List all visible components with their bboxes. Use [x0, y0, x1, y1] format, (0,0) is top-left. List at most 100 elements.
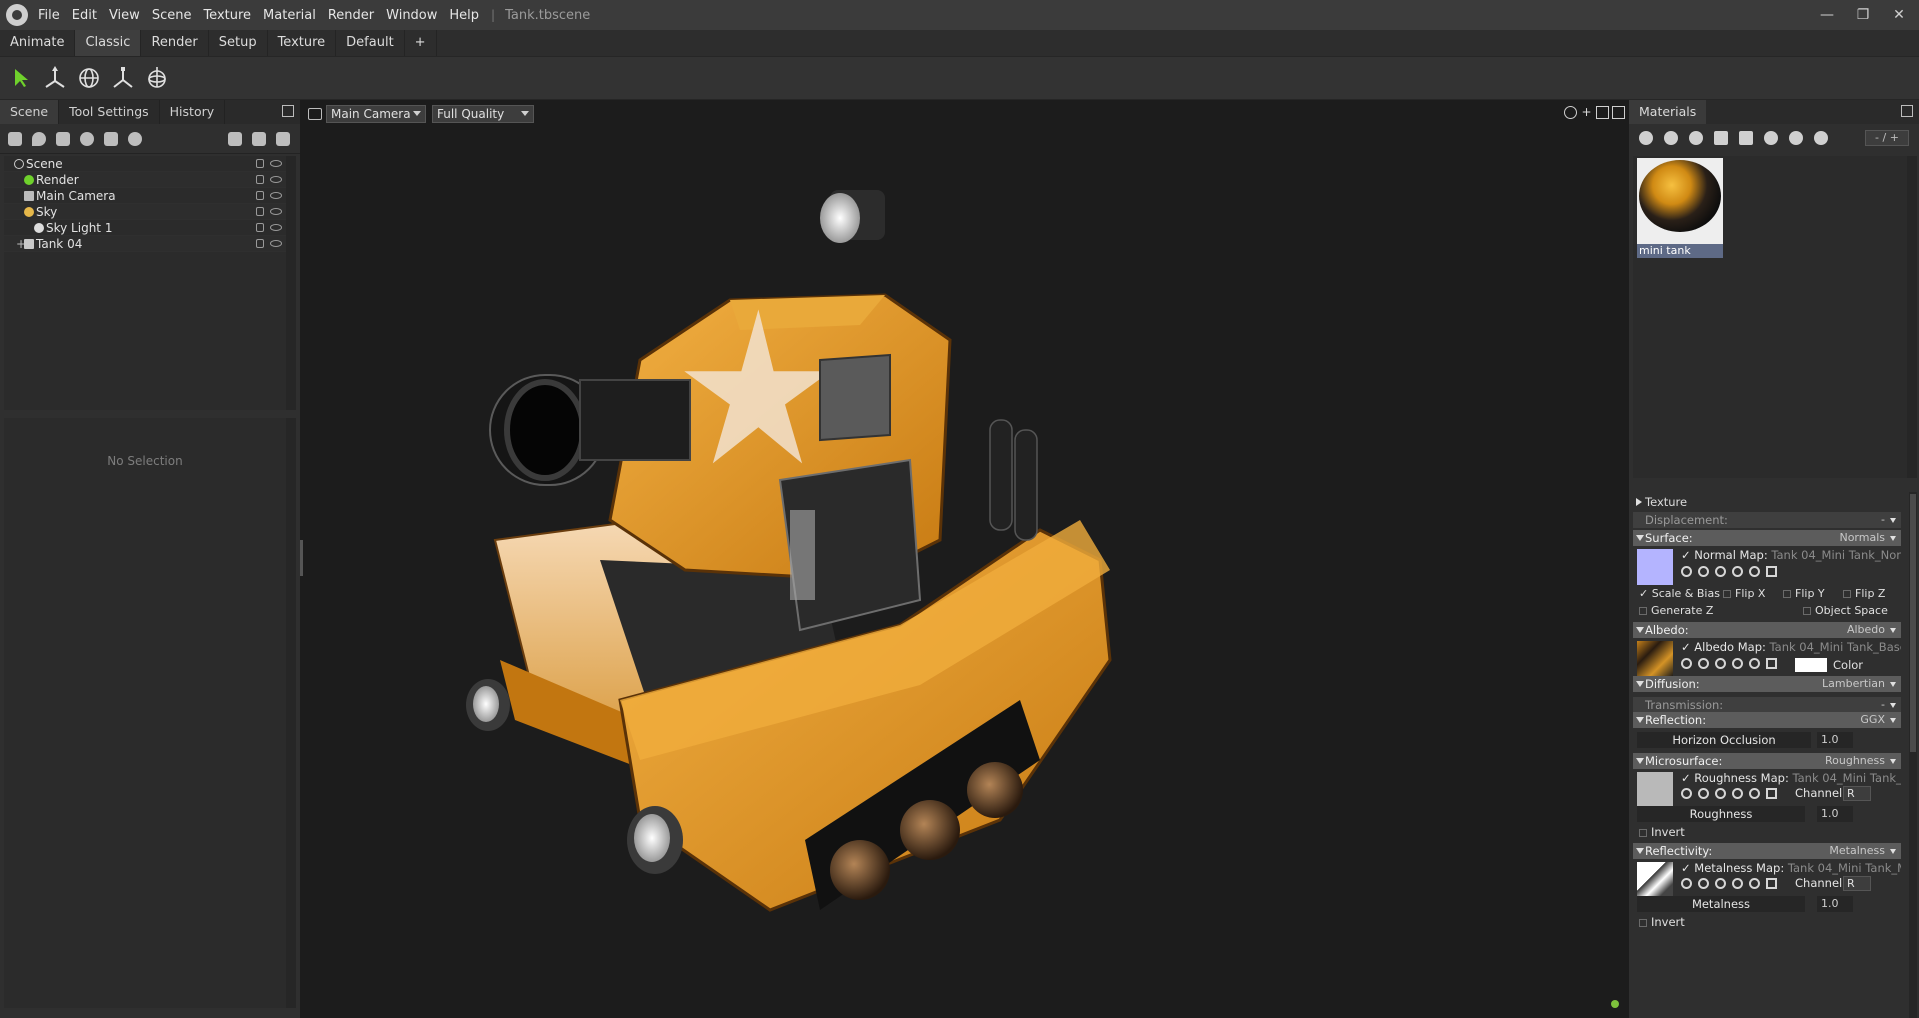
- popout-icon[interactable]: [1901, 105, 1913, 117]
- menu-window[interactable]: Window: [386, 8, 437, 23]
- move-gizmo-icon[interactable]: [42, 65, 68, 91]
- scale-bias-checkbox[interactable]: ✓ Scale & Bias: [1639, 587, 1720, 600]
- close-icon[interactable]: ✕: [1891, 7, 1907, 23]
- universal-gizmo-icon[interactable]: [144, 65, 170, 91]
- viewport[interactable]: Main Camera Full Quality +: [300, 100, 1629, 1018]
- refresh-icon[interactable]: [1749, 658, 1760, 669]
- add-material-icon[interactable]: [1639, 131, 1653, 145]
- lock-icon[interactable]: [256, 207, 264, 216]
- horizon-occlusion-slider[interactable]: Horizon Occlusion 1.0: [1637, 732, 1899, 748]
- material-thumbnail[interactable]: [1637, 158, 1723, 244]
- tab-setup[interactable]: Setup: [209, 30, 268, 56]
- add-fog-icon[interactable]: [128, 131, 142, 146]
- popout-icon[interactable]: [282, 105, 294, 117]
- lock-icon[interactable]: [256, 159, 264, 168]
- roughness-channel-select[interactable]: R: [1843, 786, 1871, 801]
- pick-material-icon[interactable]: [1789, 131, 1803, 145]
- reflectivity-header[interactable]: Reflectivity: Metalness: [1633, 843, 1901, 859]
- metalness-invert-checkbox[interactable]: Invert: [1639, 915, 1685, 929]
- refresh-icon[interactable]: [1749, 788, 1760, 799]
- material-library-scrollbar[interactable]: [1907, 156, 1917, 478]
- roughness-invert-checkbox[interactable]: Invert: [1639, 825, 1685, 839]
- tab-classic[interactable]: Classic: [75, 30, 142, 56]
- close-icon[interactable]: [1766, 658, 1777, 669]
- tree-item-sky[interactable]: Sky: [4, 204, 286, 220]
- generate-z-checkbox[interactable]: Generate Z: [1639, 604, 1713, 617]
- brush-icon[interactable]: [1732, 878, 1743, 889]
- assign-material-icon[interactable]: [1764, 131, 1778, 145]
- tree-item-scene[interactable]: Scene: [4, 156, 286, 172]
- texture-section-toggle[interactable]: Texture: [1633, 494, 1687, 510]
- refresh-icon[interactable]: [1749, 878, 1760, 889]
- displacement-header[interactable]: Displacement: -: [1633, 512, 1901, 528]
- scale-gizmo-icon[interactable]: [110, 65, 136, 91]
- roughness-slider[interactable]: Roughness 1.0: [1637, 806, 1899, 822]
- metalness-map-thumbnail[interactable]: [1637, 862, 1673, 898]
- menu-render[interactable]: Render: [328, 8, 374, 23]
- bucket-icon[interactable]: [1715, 788, 1726, 799]
- gear-icon[interactable]: [1681, 878, 1692, 889]
- tab-animate[interactable]: Animate: [0, 30, 76, 56]
- material-properties-scrollbar[interactable]: [1909, 492, 1917, 1018]
- close-icon[interactable]: [1766, 878, 1777, 889]
- tab-history[interactable]: History: [160, 100, 226, 124]
- minimize-icon[interactable]: —: [1819, 7, 1835, 23]
- object-space-checkbox[interactable]: Object Space: [1803, 604, 1888, 617]
- bucket-icon[interactable]: [1715, 658, 1726, 669]
- panel-splitter[interactable]: [300, 540, 303, 576]
- tree-item-render[interactable]: Render: [4, 172, 286, 188]
- duplicate-icon[interactable]: [252, 131, 266, 146]
- search-icon[interactable]: [1698, 566, 1709, 577]
- outliner-scrollbar[interactable]: [286, 156, 296, 410]
- flip-y-checkbox[interactable]: Flip Y: [1783, 587, 1825, 600]
- tab-texture[interactable]: Texture: [268, 30, 337, 56]
- trash-icon[interactable]: [1739, 131, 1753, 145]
- add-shadow-catcher-icon[interactable]: [104, 131, 118, 146]
- rotate-gizmo-icon[interactable]: [76, 65, 102, 91]
- lock-icon[interactable]: [256, 191, 264, 200]
- add-mesh-icon[interactable]: [8, 131, 22, 146]
- metalness-channel-select[interactable]: R: [1843, 876, 1871, 891]
- properties-scrollbar[interactable]: [286, 418, 296, 1008]
- eye-icon[interactable]: [270, 240, 282, 247]
- normal-map-thumbnail[interactable]: [1637, 549, 1673, 585]
- gear-icon[interactable]: [1681, 566, 1692, 577]
- material-zoom-stepper[interactable]: - / +: [1865, 130, 1909, 146]
- scrollbar-thumb[interactable]: [1910, 494, 1916, 752]
- tab-materials[interactable]: Materials: [1629, 100, 1707, 124]
- diffusion-header[interactable]: Diffusion: Lambertian: [1633, 676, 1901, 692]
- refresh-icon[interactable]: [1814, 131, 1828, 145]
- tree-item-tank-04[interactable]: + Tank 04: [4, 236, 286, 252]
- flip-z-checkbox[interactable]: Flip Z: [1843, 587, 1885, 600]
- menu-view[interactable]: View: [109, 8, 140, 23]
- folder-icon[interactable]: [228, 131, 242, 146]
- gear-icon[interactable]: [1681, 788, 1692, 799]
- search-icon[interactable]: [1698, 788, 1709, 799]
- add-light-icon[interactable]: [32, 131, 46, 146]
- surface-header[interactable]: Surface: Normals: [1633, 530, 1901, 546]
- roughness-value[interactable]: 1.0: [1817, 806, 1853, 822]
- search-icon[interactable]: [1698, 658, 1709, 669]
- menu-help[interactable]: Help: [449, 8, 479, 23]
- checker-icon[interactable]: [1689, 131, 1703, 145]
- tab-default[interactable]: Default: [336, 30, 405, 56]
- microsurface-header[interactable]: Microsurface: Roughness: [1633, 753, 1901, 769]
- eye-icon[interactable]: [270, 176, 282, 183]
- duplicate-material-icon[interactable]: [1664, 131, 1678, 145]
- menu-scene[interactable]: Scene: [152, 8, 192, 23]
- menu-file[interactable]: File: [38, 8, 60, 23]
- material-name[interactable]: mini tank: [1637, 244, 1723, 258]
- restore-icon[interactable]: ❐: [1855, 7, 1871, 23]
- albedo-map-thumbnail[interactable]: [1637, 641, 1673, 677]
- add-sky-icon[interactable]: [80, 131, 94, 146]
- gear-icon[interactable]: [1681, 658, 1692, 669]
- albedo-header[interactable]: Albedo: Albedo: [1633, 622, 1901, 638]
- metalness-value[interactable]: 1.0: [1817, 896, 1853, 912]
- refresh-icon[interactable]: [1749, 566, 1760, 577]
- menu-texture[interactable]: Texture: [203, 8, 251, 23]
- lock-icon[interactable]: [256, 175, 264, 184]
- eye-icon[interactable]: [270, 208, 282, 215]
- lock-icon[interactable]: [256, 223, 264, 232]
- menu-edit[interactable]: Edit: [72, 8, 97, 23]
- menu-material[interactable]: Material: [263, 8, 316, 23]
